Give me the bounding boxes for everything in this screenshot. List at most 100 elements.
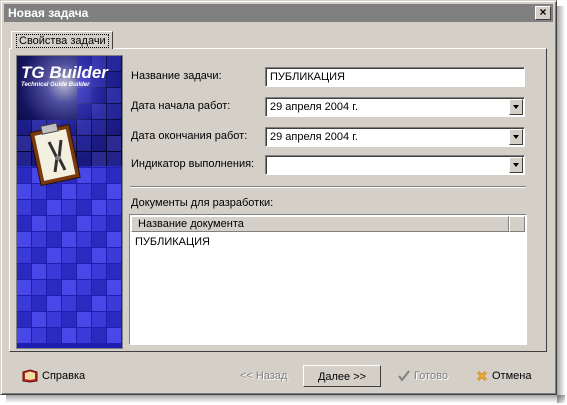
banner-tile xyxy=(92,120,106,135)
start-date-select[interactable]: 29 апреля 2004 г. xyxy=(265,97,525,117)
banner-tile xyxy=(107,184,121,199)
chevron-down-icon[interactable] xyxy=(509,129,523,145)
tab-label: Свойства задачи xyxy=(16,34,109,48)
banner-tile xyxy=(77,248,91,263)
banner-tile xyxy=(77,120,91,135)
help-button[interactable]: Справка xyxy=(22,365,85,387)
banner-tile xyxy=(47,184,61,199)
banner-tile xyxy=(92,104,106,119)
banner-tile xyxy=(92,152,106,167)
next-button[interactable]: Далее >> xyxy=(303,365,381,387)
banner-tile xyxy=(17,248,31,263)
divider xyxy=(130,186,526,188)
tab-task-properties[interactable]: Свойства задачи xyxy=(11,31,113,49)
chevron-down-icon[interactable] xyxy=(509,157,523,173)
close-icon: × xyxy=(539,5,547,19)
banner-tile xyxy=(107,248,121,263)
banner-tile xyxy=(32,200,46,215)
banner-tile xyxy=(47,312,61,327)
banner-tile xyxy=(77,152,91,167)
task-name-label: Название задачи: xyxy=(131,70,222,82)
tg-builder-banner: TG Builder Technical Guide Builder xyxy=(16,55,123,349)
banner-tile xyxy=(32,232,46,247)
documents-list[interactable]: Название документа ПУБЛИКАЦИЯ xyxy=(129,214,527,345)
end-date-select[interactable]: 29 апреля 2004 г. xyxy=(265,127,525,147)
banner-tile xyxy=(32,248,46,263)
banner-tile xyxy=(62,184,76,199)
title-bar[interactable]: Новая задача × xyxy=(4,4,553,22)
end-date-value: 29 апреля 2004 г. xyxy=(270,131,358,143)
banner-tile xyxy=(92,328,106,343)
banner-tile xyxy=(47,264,61,279)
banner-tile xyxy=(107,264,121,279)
banner-tile xyxy=(47,296,61,311)
banner-tile xyxy=(107,328,121,343)
banner-tile xyxy=(92,184,106,199)
list-item[interactable]: ПУБЛИКАЦИЯ xyxy=(135,235,210,249)
banner-tile xyxy=(47,200,61,215)
banner-tile xyxy=(17,152,31,167)
banner-tile xyxy=(107,136,121,151)
cancel-button[interactable]: Отмена xyxy=(476,365,531,387)
chevron-down-icon[interactable] xyxy=(509,99,523,115)
banner-tile xyxy=(17,216,31,231)
column-header-blank xyxy=(509,216,525,232)
done-label: Готово xyxy=(414,370,448,382)
banner-tile xyxy=(62,328,76,343)
progress-indicator-select[interactable] xyxy=(265,155,525,175)
banner-tile xyxy=(77,280,91,295)
banner-tile xyxy=(62,264,76,279)
banner-tile xyxy=(92,88,106,103)
banner-tile xyxy=(77,296,91,311)
banner-tile xyxy=(62,216,76,231)
banner-tile xyxy=(32,280,46,295)
banner-tile xyxy=(107,120,121,135)
column-header-document-name[interactable]: Название документа xyxy=(131,216,509,232)
banner-tile xyxy=(32,312,46,327)
banner-tile xyxy=(92,136,106,151)
banner-tile xyxy=(92,280,106,295)
banner-tile xyxy=(32,184,46,199)
banner-tile xyxy=(47,248,61,263)
banner-tile xyxy=(32,296,46,311)
banner-tile xyxy=(17,200,31,215)
banner-tile xyxy=(77,328,91,343)
banner-tile xyxy=(47,232,61,247)
banner-tile xyxy=(62,280,76,295)
banner-tile xyxy=(92,264,106,279)
banner-tile xyxy=(92,200,106,215)
banner-tile xyxy=(77,104,91,119)
banner-tile xyxy=(107,56,121,71)
banner-tile xyxy=(62,248,76,263)
done-button[interactable]: Готово xyxy=(398,365,448,387)
end-date-label: Дата окончания работ: xyxy=(131,130,248,142)
banner-tile xyxy=(107,168,121,183)
banner-tile xyxy=(17,168,31,183)
banner-artwork: TG Builder Technical Guide Builder xyxy=(17,56,122,348)
banner-tile xyxy=(17,312,31,327)
banner-tile xyxy=(32,328,46,343)
banner-tile xyxy=(107,296,121,311)
banner-logo: TG Builder xyxy=(21,63,109,82)
close-button[interactable]: × xyxy=(535,6,551,20)
task-name-input[interactable]: ПУБЛИКАЦИЯ xyxy=(265,67,525,87)
banner-tile xyxy=(92,232,106,247)
banner-tile xyxy=(92,216,106,231)
banner-tile xyxy=(17,136,31,151)
banner-tile xyxy=(92,168,106,183)
banner-tile xyxy=(77,88,91,103)
banner-tile xyxy=(17,264,31,279)
help-label: Справка xyxy=(42,370,86,382)
banner-tile xyxy=(107,216,121,231)
window-shadow-bottom xyxy=(6,395,565,403)
back-button[interactable]: << Назад xyxy=(240,365,287,387)
banner-tile xyxy=(32,264,46,279)
banner-tile xyxy=(77,312,91,327)
banner-tile xyxy=(77,184,91,199)
banner-tile xyxy=(92,248,106,263)
banner-tile xyxy=(17,120,31,135)
banner-tile xyxy=(62,296,76,311)
back-label: << Назад xyxy=(240,370,288,382)
task-name-value: ПУБЛИКАЦИЯ xyxy=(270,71,345,83)
banner-tile xyxy=(92,296,106,311)
